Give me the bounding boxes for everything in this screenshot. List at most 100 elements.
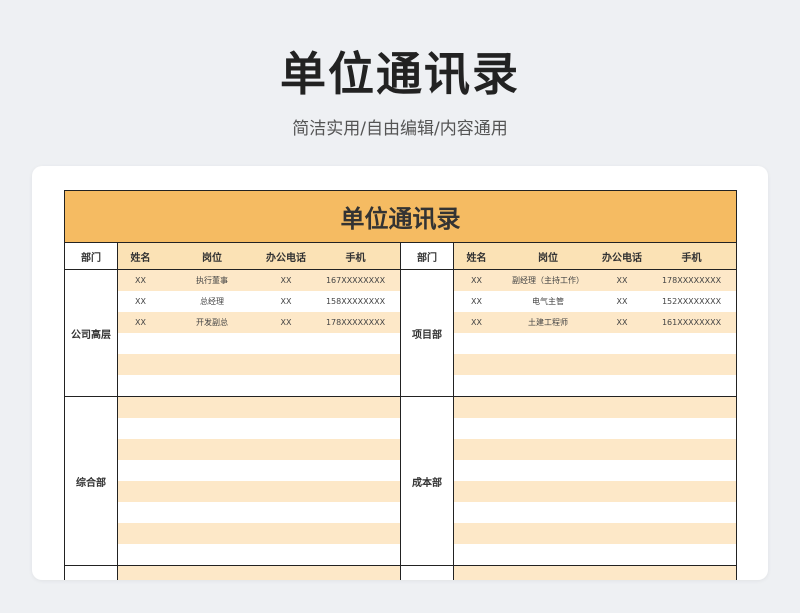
office-phone-cell	[261, 418, 311, 439]
name-cell: XX	[471, 276, 482, 285]
position-cell	[499, 354, 597, 375]
office-phone-cell	[261, 354, 311, 375]
office-phone-cell	[597, 523, 647, 544]
name-cell	[454, 375, 499, 396]
contact-sheet: 单位通讯录 部门 姓名 岗位 办公电话 手机 公司高层 XX 执行董事 XX 167XX…	[64, 190, 737, 580]
table-row	[454, 502, 736, 523]
table-row: XX 电气主管 XX 152XXXXXXXX	[454, 291, 736, 312]
office-phone-cell: XX	[280, 318, 292, 327]
office-phone-cell	[261, 397, 311, 418]
name-cell	[454, 566, 499, 580]
mobile-cell	[311, 439, 400, 460]
header-position: 岗位	[499, 243, 597, 269]
name-cell	[118, 418, 163, 439]
header-mobile: 手机	[311, 243, 400, 269]
table-row	[118, 354, 400, 375]
name-cell	[118, 481, 163, 502]
department-rows	[454, 397, 736, 565]
mobile-cell: 167XXXXXXXX	[325, 276, 386, 285]
position-cell	[499, 397, 597, 418]
name-cell	[118, 566, 163, 580]
department-name	[65, 566, 118, 580]
table-row	[454, 460, 736, 481]
office-phone-cell: XX	[280, 276, 292, 285]
table-row: XX 执行董事 XX 167XXXXXXXX	[118, 270, 400, 291]
header-office-phone: 办公电话	[597, 243, 647, 269]
mobile-cell	[647, 397, 736, 418]
department-rows	[118, 566, 400, 580]
name-cell	[118, 523, 163, 544]
department-rows	[118, 397, 400, 565]
position-cell	[499, 333, 597, 354]
name-cell	[118, 354, 163, 375]
header-row: 部门 姓名 岗位 办公电话 手机	[401, 243, 736, 270]
table-row: XX 土建工程师 XX 161XXXXXXXX	[454, 312, 736, 333]
page-subtitle: 简洁实用/自由编辑/内容通用	[292, 119, 508, 139]
name-cell: XX	[135, 276, 146, 285]
office-phone-cell	[261, 481, 311, 502]
header-row: 部门 姓名 岗位 办公电话 手机	[65, 243, 400, 270]
position-cell	[499, 523, 597, 544]
table-row	[118, 460, 400, 481]
name-cell	[454, 333, 499, 354]
mobile-cell	[647, 460, 736, 481]
office-phone-cell: XX	[616, 297, 628, 306]
position-cell: 副经理（主持工作）	[512, 276, 584, 285]
table-row: XX 总经理 XX 158XXXXXXXX	[118, 291, 400, 312]
name-cell	[118, 439, 163, 460]
office-phone-cell	[597, 439, 647, 460]
header-position: 岗位	[163, 243, 261, 269]
table-row	[118, 523, 400, 544]
position-cell	[163, 375, 261, 396]
office-phone-cell	[597, 481, 647, 502]
table-row	[118, 397, 400, 418]
office-phone-cell	[261, 523, 311, 544]
mobile-cell	[311, 523, 400, 544]
mobile-cell	[311, 566, 400, 580]
office-phone-cell: XX	[280, 297, 292, 306]
office-phone-cell: XX	[616, 318, 628, 327]
position-cell	[499, 481, 597, 502]
name-cell	[118, 375, 163, 396]
table-row	[454, 439, 736, 460]
position-cell: 电气主管	[532, 297, 564, 306]
mobile-cell	[647, 523, 736, 544]
position-cell	[163, 333, 261, 354]
position-cell	[499, 544, 597, 565]
mobile-cell	[311, 418, 400, 439]
mobile-cell: 161XXXXXXXX	[661, 318, 722, 327]
mobile-cell	[311, 375, 400, 396]
department-name: 项目部	[401, 270, 454, 396]
table-row	[454, 397, 736, 418]
left-half: 部门 姓名 岗位 办公电话 手机 公司高层 XX 执行董事 XX 167XXXXXXXX…	[65, 243, 400, 580]
table-row	[118, 333, 400, 354]
mobile-cell	[647, 439, 736, 460]
table-row	[454, 544, 736, 565]
position-cell	[163, 566, 261, 580]
mobile-cell: 158XXXXXXXX	[325, 297, 386, 306]
table-row	[118, 502, 400, 523]
position-cell	[163, 439, 261, 460]
position-cell	[499, 460, 597, 481]
department-group: 公司高层 XX 执行董事 XX 167XXXXXXXX XX 总经理 XX 158XXXXXXX…	[65, 270, 400, 397]
name-cell: XX	[135, 297, 146, 306]
mobile-cell: 178XXXXXXXX	[325, 318, 386, 327]
position-cell: 开发副总	[196, 318, 228, 327]
department-group: 项目部 XX 副经理（主持工作） XX 178XXXXXXXX XX 电气主管 XX 152XX…	[401, 270, 736, 397]
position-cell	[163, 397, 261, 418]
mobile-cell	[647, 566, 736, 580]
department-name: 公司高层	[65, 270, 118, 396]
sheet-body: 部门 姓名 岗位 办公电话 手机 公司高层 XX 执行董事 XX 167XXXXXXXX…	[65, 243, 736, 580]
header-dept: 部门	[401, 243, 454, 269]
office-phone-cell	[261, 439, 311, 460]
mobile-cell	[647, 544, 736, 565]
office-phone-cell	[261, 566, 311, 580]
position-cell: 土建工程师	[528, 318, 568, 327]
name-cell	[118, 460, 163, 481]
position-cell: 总经理	[200, 297, 224, 306]
page-title: 单位通讯录	[280, 47, 520, 101]
table-row	[118, 566, 400, 580]
department-name: 综合部	[65, 397, 118, 565]
name-cell	[454, 354, 499, 375]
position-cell	[163, 418, 261, 439]
